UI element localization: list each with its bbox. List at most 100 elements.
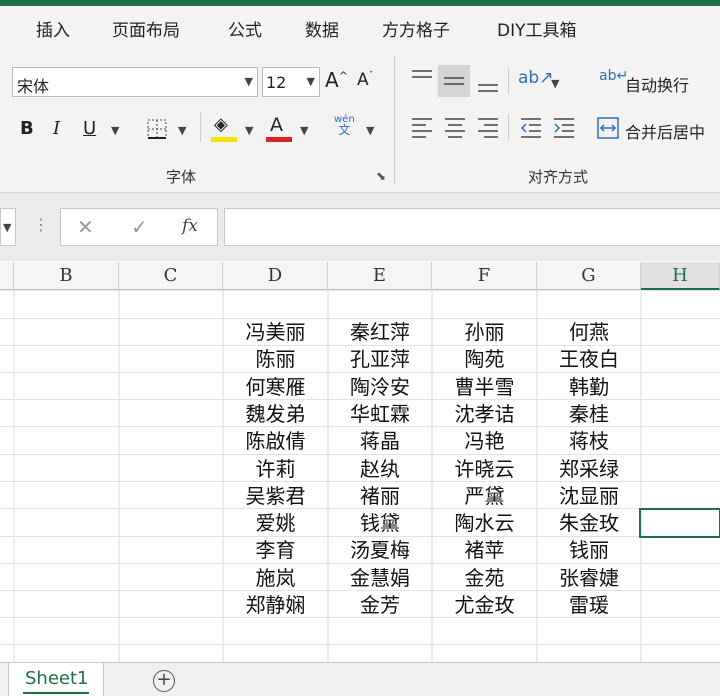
column-header-b[interactable]: B (14, 262, 119, 290)
wrap-text-label[interactable]: 自动换行 (625, 72, 689, 96)
cell-f[interactable]: 陶苑 (432, 345, 537, 373)
ribbon-tab-bar: 插入 页面布局 公式 数据 方方格子 DIY工具箱 (0, 6, 720, 48)
cell-f[interactable]: 沈孝诘 (432, 400, 537, 428)
decrease-indent-icon[interactable] (519, 116, 543, 138)
fill-color-swatch (211, 137, 237, 142)
sheet-tab-sheet1[interactable]: Sheet1 (8, 663, 104, 696)
column-header-a[interactable] (0, 262, 14, 290)
underline-icon[interactable]: U (83, 118, 96, 139)
font-color-icon[interactable]: A (270, 114, 283, 136)
cell-g[interactable]: 朱金玫 (537, 509, 641, 537)
align-right-icon[interactable] (476, 116, 500, 138)
cell-e[interactable]: 金芳 (328, 591, 432, 619)
increase-font-size-icon[interactable]: A^ (325, 68, 348, 92)
name-box[interactable]: ▼ (0, 208, 16, 246)
formula-input[interactable] (224, 208, 720, 246)
bold-icon[interactable]: B (20, 118, 34, 139)
align-left-icon[interactable] (410, 116, 434, 138)
cell-e[interactable]: 赵纨 (328, 455, 432, 483)
cell-d[interactable]: 何寒雁 (223, 373, 328, 401)
chevron-down-icon: ▼ (366, 124, 375, 137)
increase-indent-icon[interactable] (552, 116, 576, 138)
cell-d[interactable]: 郑静娴 (223, 591, 328, 619)
cell-d[interactable]: 魏发弟 (223, 400, 328, 428)
cell-d[interactable]: 爱姚 (223, 509, 328, 537)
cell-d[interactable]: 陈丽 (223, 345, 328, 373)
cell-d[interactable]: 陈啟倩 (223, 427, 328, 455)
tab-insert[interactable]: 插入 (36, 16, 70, 41)
tab-diy-toolbox[interactable]: DIY工具箱 (497, 16, 577, 41)
column-header-c[interactable]: C (119, 262, 223, 290)
column-header-d[interactable]: D (223, 262, 328, 290)
cell-e[interactable]: 蒋晶 (328, 427, 432, 455)
add-sheet-icon[interactable]: + (153, 670, 175, 692)
cell-e[interactable]: 秦红萍 (328, 318, 432, 346)
column-header-g[interactable]: G (537, 262, 641, 290)
cell-f[interactable]: 褚苹 (432, 536, 537, 564)
cell-e[interactable]: 褚丽 (328, 482, 432, 510)
font-size-value: 12 (266, 73, 287, 92)
cell-f[interactable]: 许晓云 (432, 455, 537, 483)
cell-g[interactable]: 钱丽 (537, 536, 641, 564)
orientation-icon[interactable]: ab↗ (518, 68, 553, 88)
cell-f[interactable]: 陶水云 (432, 509, 537, 537)
dialog-launcher-icon[interactable]: ⬊ (376, 169, 386, 183)
italic-icon[interactable]: I (53, 118, 60, 139)
cell-d[interactable]: 许莉 (223, 455, 328, 483)
merge-center-icon[interactable] (597, 117, 619, 139)
cell-f[interactable]: 冯艳 (432, 427, 537, 455)
chevron-down-icon: ▼ (3, 221, 12, 234)
ribbon: 宋体 ▼ 12 ▼ A^ Aˇ B I U ▼ ▼ ◈ ▼ A ▼ wén 文 ▼… (0, 48, 720, 193)
tab-page-layout[interactable]: 页面布局 (112, 16, 180, 41)
cell-g[interactable]: 何燕 (537, 318, 641, 346)
sheet-tab-label: Sheet1 (25, 668, 89, 689)
cell-g[interactable]: 沈显丽 (537, 482, 641, 510)
cell-e[interactable]: 汤夏梅 (328, 536, 432, 564)
column-header-h[interactable]: H (641, 262, 720, 290)
cell-d[interactable]: 施岚 (223, 564, 328, 592)
cell-g[interactable]: 王夜白 (537, 345, 641, 373)
border-icon[interactable] (146, 118, 168, 140)
cell-d[interactable]: 李育 (223, 536, 328, 564)
align-center-icon[interactable] (443, 116, 467, 138)
align-middle-button[interactable] (438, 65, 470, 97)
column-header-f[interactable]: F (432, 262, 537, 290)
cell-grid[interactable]: 冯美丽 秦红萍 孙丽 何燕陈丽 孔亚萍 陶苑 王夜白何寒雁 陶泠安 曹半雪 韩勤魏发弟 华虹霖 沈孝诘… (0, 290, 720, 662)
font-size-select[interactable]: 12 ▼ (262, 67, 320, 97)
selected-cell[interactable] (639, 508, 720, 538)
cell-f[interactable]: 金苑 (432, 564, 537, 592)
cell-g[interactable]: 郑采绿 (537, 455, 641, 483)
cell-d[interactable]: 吴紫君 (223, 482, 328, 510)
more-options-icon[interactable]: ⋮ (33, 215, 49, 234)
cell-e[interactable]: 钱黛 (328, 509, 432, 537)
align-bottom-icon[interactable] (476, 70, 500, 96)
decrease-font-size-icon[interactable]: Aˇ (357, 70, 374, 90)
fill-color-icon[interactable]: ◈ (214, 114, 228, 135)
cell-g[interactable]: 张睿婕 (537, 564, 641, 592)
cell-f[interactable]: 孙丽 (432, 318, 537, 346)
tab-formulas[interactable]: 公式 (228, 16, 262, 41)
cell-g[interactable]: 秦桂 (537, 400, 641, 428)
cell-f[interactable]: 曹半雪 (432, 373, 537, 401)
cell-e[interactable]: 孔亚萍 (328, 345, 432, 373)
column-header-e[interactable]: E (328, 262, 432, 290)
cancel-icon[interactable]: ✕ (77, 215, 94, 239)
cell-f[interactable]: 严黛 (432, 482, 537, 510)
cell-d[interactable]: 冯美丽 (223, 318, 328, 346)
merge-center-label[interactable]: 合并后居中 (625, 119, 705, 143)
font-name-select[interactable]: 宋体 ▼ (12, 67, 258, 97)
enter-icon[interactable]: ✓ (131, 215, 148, 239)
insert-function-icon[interactable]: fx (182, 216, 198, 236)
align-top-icon[interactable] (410, 66, 434, 92)
cell-g[interactable]: 韩勤 (537, 373, 641, 401)
cell-e[interactable]: 陶泠安 (328, 373, 432, 401)
cell-f[interactable]: 尤金玫 (432, 591, 537, 619)
tab-data[interactable]: 数据 (305, 16, 339, 41)
phonetic-guide-icon[interactable]: wén 文 (334, 114, 355, 137)
tab-fangfang[interactable]: 方方格子 (382, 16, 450, 41)
cell-e[interactable]: 华虹霖 (328, 400, 432, 428)
cell-e[interactable]: 金慧娟 (328, 564, 432, 592)
cell-g[interactable]: 蒋枝 (537, 427, 641, 455)
wrap-text-icon[interactable]: ab↵ (599, 68, 628, 84)
cell-g[interactable]: 雷瑗 (537, 591, 641, 619)
